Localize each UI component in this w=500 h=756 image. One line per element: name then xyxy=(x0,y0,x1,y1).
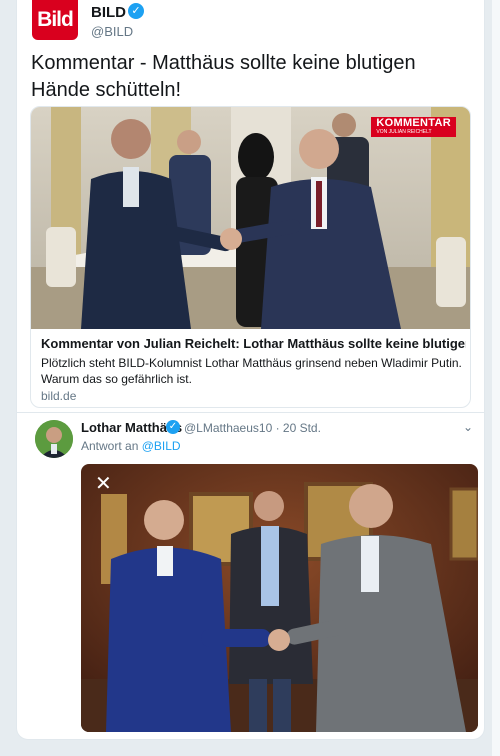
verified-badge-icon: ✓ xyxy=(166,420,180,434)
right-scroll-edge xyxy=(492,0,500,756)
reply-photo[interactable]: ✕ xyxy=(81,464,478,732)
tweet-text: Kommentar - Matthäus sollte keine blutig… xyxy=(31,52,416,101)
link-preview-title[interactable]: Kommentar von Julian Reichelt: Lothar Ma… xyxy=(41,336,466,351)
kommentar-badge: KOMMENTAR VON JULIAN REICHELT xyxy=(371,117,456,137)
reply-to-prefix: Antwort an xyxy=(81,439,139,453)
reply-author-handle[interactable]: @LMatthaeus10 · 20 Std. xyxy=(184,421,321,435)
divider xyxy=(17,412,484,413)
timeline-card: Bild BILD ✓ @BILD Kommentar - Matthäus s… xyxy=(16,0,485,740)
bild-logo[interactable]: Bild xyxy=(32,0,78,40)
account-handle[interactable]: @BILD xyxy=(91,24,133,39)
link-preview-domain: bild.de xyxy=(41,389,77,403)
reply-to-link[interactable]: @BILD xyxy=(142,439,181,453)
reply-to-line: Antwort an @BILD xyxy=(81,439,181,453)
verified-badge-icon: ✓ xyxy=(128,3,144,19)
close-icon[interactable]: ✕ xyxy=(95,474,112,494)
chevron-down-icon[interactable]: ⌄ xyxy=(463,420,473,434)
account-name[interactable]: BILD xyxy=(91,4,126,21)
link-preview-card[interactable]: KOMMENTAR VON JULIAN REICHELT Kommentar … xyxy=(30,106,471,408)
avatar[interactable] xyxy=(35,420,73,458)
link-preview-image[interactable]: KOMMENTAR VON JULIAN REICHELT xyxy=(31,107,470,329)
link-preview-description: Plötzlich steht BILD-Kolumnist Lothar Ma… xyxy=(41,356,462,386)
